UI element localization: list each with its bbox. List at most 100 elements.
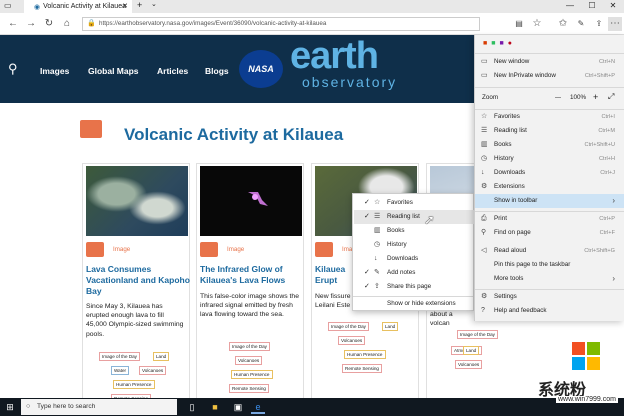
menu-favorites[interactable]: ☆ Favorites Ctrl+I [475, 110, 624, 124]
show-in-toolbar-submenu: ✓ ☆ Favorites ✓ ☰ Reading list ▥ Books ◷ Histo… [352, 193, 474, 311]
card-thumbnail[interactable] [86, 166, 188, 236]
menu-help-feedback[interactable]: ? Help and feedback [475, 304, 624, 318]
menu-extensions[interactable]: ⚙ Extensions [475, 180, 624, 194]
submenu-downloads[interactable]: ↓ Downloads [354, 252, 474, 266]
download-icon: ↓ [481, 169, 485, 176]
submenu-books[interactable]: ▥ Books [354, 224, 474, 238]
office-extension-icon[interactable]: ■ [483, 40, 491, 47]
nav-blogs[interactable]: Blogs [205, 66, 229, 76]
tag[interactable]: Volcanoes [139, 366, 167, 375]
favorite-star-icon[interactable]: ☆ [530, 17, 544, 31]
favorites-hub-icon[interactable]: ✩ [556, 17, 570, 31]
edge-taskbar-icon[interactable]: e [251, 400, 265, 414]
submenu-history[interactable]: ◷ History [354, 238, 474, 252]
task-view-icon[interactable]: ▯ [185, 400, 199, 414]
tag[interactable]: Volcanoes [455, 360, 483, 369]
onenote-extension-icon[interactable]: ■ [499, 40, 507, 47]
new-tab-button[interactable]: + [137, 0, 142, 10]
chevron-right-icon: › [612, 274, 615, 283]
nasa-logo[interactable]: NASA [239, 50, 283, 88]
tag[interactable]: Remote Sensing [229, 384, 269, 393]
edge-settings-menu: ■■■● ▭ New window Ctrl+N ▭ New InPrivate wi… [474, 35, 624, 321]
nav-articles[interactable]: Articles [157, 66, 188, 76]
notes-icon[interactable]: ✎ [574, 17, 588, 31]
earth-logo-text[interactable]: earth [290, 37, 379, 75]
card-title[interactable]: Lava Consumes Vacationland and Kapoho Ba… [86, 264, 190, 297]
reading-list-icon: ☰ [481, 127, 488, 134]
menu-books[interactable]: ▥ Books Ctrl+Shift+U [475, 138, 624, 152]
reading-view-icon[interactable]: ▤ [512, 17, 526, 31]
menu-print[interactable]: ⎙ Print Ctrl+P [475, 212, 624, 226]
home-button[interactable]: ⌂ [60, 17, 74, 31]
menu-history[interactable]: ◷ History Ctrl+H [475, 152, 624, 166]
zoom-out-button[interactable]: — [555, 95, 561, 101]
minimize-button[interactable]: — [560, 0, 580, 13]
start-button-icon[interactable]: ⊞ [3, 400, 17, 414]
tag[interactable]: Remote Sensing [342, 364, 382, 373]
submenu-reading-list[interactable]: ✓ ☰ Reading list [354, 210, 474, 224]
file-explorer-icon[interactable]: ■ [208, 400, 222, 414]
card[interactable]: Image Lava Consumes Vacationland and Kap… [82, 163, 190, 403]
tag[interactable]: Water [111, 366, 130, 375]
submenu-show-hide-extensions[interactable]: Show or hide extensions [354, 297, 474, 311]
mouse-cursor-icon: ➚ [424, 212, 435, 227]
tag[interactable]: Land [463, 346, 480, 355]
browser-tab[interactable]: ◉ Volcanic Activity at Kilauea ✕ [24, 0, 132, 13]
refresh-button[interactable]: ↻ [42, 17, 56, 31]
url-bar[interactable]: 🔒 https://earthobservatory.nasa.gov/imag… [82, 17, 480, 31]
menu-more-tools[interactable]: More tools › [475, 272, 624, 286]
window-icon: ▭ [481, 58, 488, 65]
tag[interactable]: Image of the Day [328, 322, 369, 331]
submenu-favorites[interactable]: ✓ ☆ Favorites [354, 196, 474, 210]
menu-reading-list[interactable]: ☰ Reading list Ctrl+M [475, 124, 624, 138]
separator [475, 53, 624, 54]
menu-new-window[interactable]: ▭ New window Ctrl+N [475, 55, 624, 69]
search-icon[interactable]: ⚲ [8, 61, 18, 77]
card-title[interactable]: The Infrared Glow of Kilauea's Lava Flow… [200, 264, 304, 286]
observatory-logo-text[interactable]: observatory [302, 74, 397, 90]
pinterest-extension-icon[interactable]: ● [508, 40, 516, 47]
card-title[interactable]: Kilauea Erupt [315, 264, 355, 286]
close-tab-icon[interactable]: ✕ [122, 2, 128, 10]
tag[interactable]: Human Presence [344, 350, 386, 359]
store-icon[interactable]: ▣ [231, 400, 245, 414]
menu-settings[interactable]: ⚙ Settings [475, 290, 624, 304]
nav-images[interactable]: Images [40, 66, 69, 76]
tab-preview-icon[interactable]: ▭ [4, 1, 12, 10]
card-description: Since May 3, Kilauea has erupted enough … [86, 303, 184, 338]
star-icon: ☆ [374, 199, 381, 206]
tag[interactable]: Land [153, 352, 170, 361]
more-menu-button[interactable]: ⋯ [608, 17, 622, 31]
menu-read-aloud[interactable]: ◁ Read aloud Ctrl+Shift+G [475, 244, 624, 258]
tag[interactable]: Human Presence [113, 380, 155, 389]
site-header: ⚲ Images Global Maps Articles Blogs [0, 35, 474, 103]
share-icon[interactable]: ⇪ [592, 17, 606, 31]
menu-pin-to-taskbar[interactable]: Pin this page to the taskbar [475, 258, 624, 272]
back-button[interactable]: ← [6, 17, 20, 31]
card-thumbnail[interactable] [200, 166, 302, 236]
menu-find-on-page[interactable]: ⚲ Find on page Ctrl+F [475, 226, 624, 240]
forward-button[interactable]: → [24, 17, 38, 31]
tab-list-button[interactable]: ⌄ [151, 0, 157, 8]
menu-show-in-toolbar[interactable]: Show in toolbar › [475, 194, 624, 208]
maximize-button[interactable]: ☐ [582, 0, 602, 13]
submenu-add-notes[interactable]: ✓ ✎ Add notes [354, 266, 474, 280]
submenu-share[interactable]: ✓ ⇪ Share this page [354, 280, 474, 294]
tag[interactable]: Image of the Day [457, 330, 498, 339]
check-icon: ✓ [364, 213, 370, 220]
taskbar-search-box[interactable]: ○ Type here to search [21, 399, 177, 415]
card[interactable]: Image The Infrared Glow of Kilauea's Lav… [196, 163, 304, 403]
close-window-button[interactable]: ✕ [603, 0, 623, 13]
nav-global-maps[interactable]: Global Maps [88, 66, 139, 76]
tag[interactable]: Land [382, 322, 399, 331]
menu-new-inprivate[interactable]: ▭ New InPrivate window Ctrl+Shift+P [475, 69, 624, 83]
menu-downloads[interactable]: ↓ Downloads Ctrl+J [475, 166, 624, 180]
tag[interactable]: Image of the Day [229, 342, 270, 351]
extensions-icon: ⚙ [481, 183, 488, 190]
zoom-in-button[interactable]: + [593, 92, 598, 102]
tag[interactable]: Human Presence [231, 370, 273, 379]
tag[interactable]: Image of the Day [99, 352, 140, 361]
fullscreen-icon[interactable]: ⤢ [608, 92, 614, 102]
tag[interactable]: Volcanoes [338, 336, 366, 345]
tag[interactable]: Volcanoes [235, 356, 263, 365]
